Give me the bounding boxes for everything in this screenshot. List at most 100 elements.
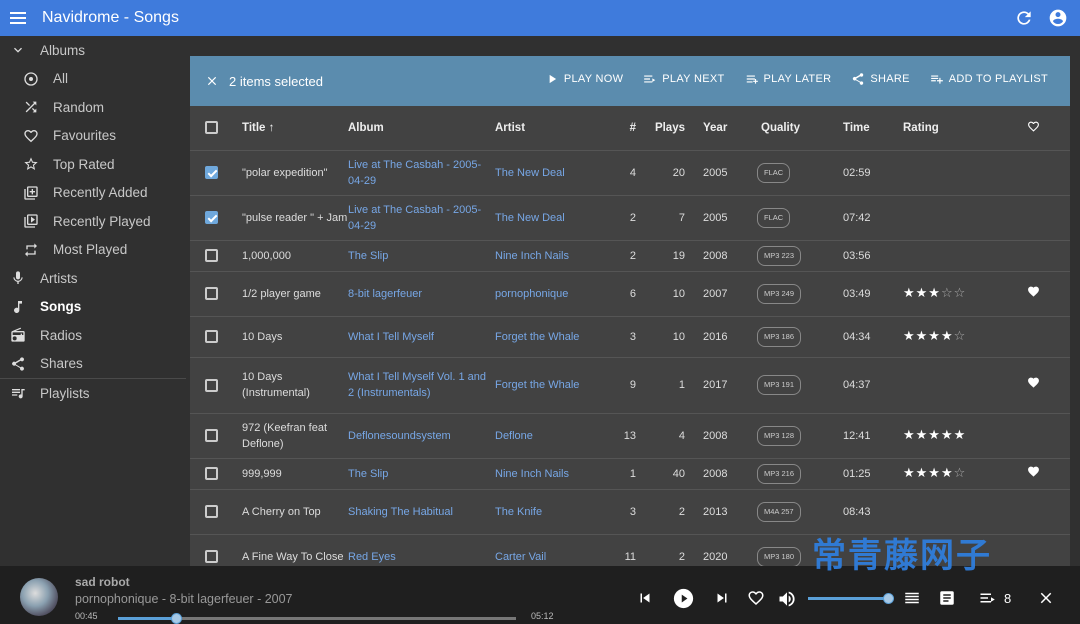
artist-link[interactable]: Forget the Whale: [495, 316, 601, 358]
row-checkbox[interactable]: [205, 211, 218, 225]
artist-link[interactable]: Nine Inch Nails: [495, 458, 601, 490]
sidebar-item-all[interactable]: All: [0, 65, 186, 94]
sidebar-item-songs[interactable]: Songs: [0, 293, 186, 322]
sidebar-item-recently-played[interactable]: Recently Played: [0, 207, 186, 236]
row-checkbox[interactable]: [205, 467, 218, 481]
row-checkbox[interactable]: [205, 378, 218, 392]
artist-link[interactable]: Carter Vail: [495, 534, 601, 566]
heart-icon[interactable]: [1027, 286, 1040, 301]
table-row[interactable]: 1,000,000 The Slip Nine Inch Nails 2 19 2008 M…: [190, 240, 1070, 272]
sidebar-item-recently-added[interactable]: Recently Added: [0, 179, 186, 208]
album-link[interactable]: Live at The Casbah - 2005-04-29: [348, 150, 495, 196]
row-checkbox[interactable]: [205, 249, 218, 263]
artist-link[interactable]: Deflone: [495, 413, 601, 459]
artist-link[interactable]: The Knife: [495, 489, 601, 535]
row-checkbox[interactable]: [205, 429, 218, 443]
queue-list-button[interactable]: [903, 589, 921, 612]
sidebar-item-top-rated[interactable]: Top Rated: [0, 150, 186, 179]
column-header-quality[interactable]: Quality: [747, 106, 830, 151]
play-button[interactable]: [673, 588, 694, 614]
album-link[interactable]: The Slip: [348, 458, 495, 490]
progress-bar[interactable]: [118, 613, 516, 624]
album-cover[interactable]: [20, 578, 58, 616]
album-link[interactable]: The Slip: [348, 240, 495, 272]
progress-handle[interactable]: [170, 613, 182, 624]
song-title: 10 Days (Instrumental): [242, 357, 348, 414]
artist-link[interactable]: The New Deal: [495, 195, 601, 241]
refresh-icon[interactable]: [1014, 8, 1034, 28]
quality-badge: MP3 186: [757, 326, 802, 347]
column-header-rating[interactable]: Rating: [890, 106, 1000, 151]
rating-stars[interactable]: ★★★★☆: [903, 465, 966, 480]
favourite-button[interactable]: [747, 589, 765, 612]
table-row[interactable]: "polar expedition" Live at The Casbah - 2…: [190, 150, 1070, 196]
column-header-favourite[interactable]: [1000, 106, 1070, 151]
play-later-button[interactable]: PLAY LATER: [745, 72, 832, 86]
album-link[interactable]: What I Tell Myself Vol. 1 and 2 (Instrum…: [348, 357, 495, 414]
artist-link[interactable]: The New Deal: [495, 150, 601, 196]
progress-fill: [118, 617, 176, 620]
next-button[interactable]: [713, 589, 731, 612]
sidebar-item-favourites[interactable]: Favourites: [0, 122, 186, 151]
sidebar-item-shares[interactable]: Shares: [0, 350, 186, 379]
account-icon[interactable]: [1048, 8, 1068, 28]
artist-link[interactable]: Nine Inch Nails: [495, 240, 601, 272]
album-link[interactable]: What I Tell Myself: [348, 316, 495, 358]
menu-icon[interactable]: [10, 8, 30, 28]
sidebar-item-albums[interactable]: Albums: [0, 36, 186, 65]
row-checkbox[interactable]: [205, 505, 218, 519]
column-header-year[interactable]: Year: [685, 106, 747, 151]
table-row[interactable]: 1/2 player game 8-bit lagerfeuer pornophon…: [190, 271, 1070, 317]
heart-icon[interactable]: [1027, 466, 1040, 481]
play-now-button[interactable]: PLAY NOW: [545, 72, 623, 86]
row-checkbox[interactable]: [205, 330, 218, 344]
close-icon[interactable]: [205, 74, 219, 88]
sidebar-item-radios[interactable]: Radios: [0, 321, 186, 350]
table-row[interactable]: 10 Days What I Tell Myself Forget the Whal…: [190, 316, 1070, 358]
column-header-album[interactable]: Album: [348, 106, 495, 151]
play-count: 10: [636, 271, 685, 317]
album-link[interactable]: Live at The Casbah - 2005-04-29: [348, 195, 495, 241]
rating-stars[interactable]: ★★★★★: [903, 427, 966, 442]
add-to-playlist-button[interactable]: ADD TO PLAYLIST: [930, 72, 1048, 86]
play-queue-button[interactable]: [978, 589, 998, 612]
album-link[interactable]: Deflonesoundsystem: [348, 413, 495, 459]
table-row[interactable]: "pulse reader " + Jam Live at The Casbah …: [190, 195, 1070, 241]
album-link[interactable]: Red Eyes: [348, 534, 495, 566]
play-next-button[interactable]: PLAY NEXT: [643, 72, 724, 86]
column-header-title[interactable]: Title ↑: [242, 106, 348, 151]
sidebar-item-label: Playlists: [40, 385, 90, 401]
close-icon: [1040, 592, 1052, 604]
select-all-checkbox[interactable]: [205, 121, 218, 135]
artist-link[interactable]: pornophonique: [495, 271, 601, 317]
sidebar-item-artists[interactable]: Artists: [0, 264, 186, 293]
row-checkbox[interactable]: [205, 166, 218, 180]
sidebar-item-most-played[interactable]: Most Played: [0, 236, 186, 265]
rating-stars[interactable]: ★★★☆☆: [903, 285, 966, 300]
table-row[interactable]: 972 (Keefran feat Deflone) Deflonesoundsy…: [190, 413, 1070, 459]
microphone-icon: [13, 271, 23, 285]
column-header-plays[interactable]: Plays: [636, 106, 685, 151]
column-header-time[interactable]: Time: [830, 106, 890, 151]
heart-icon[interactable]: [1027, 377, 1040, 392]
column-header-track[interactable]: #: [601, 106, 636, 151]
album-link[interactable]: 8-bit lagerfeuer: [348, 271, 495, 317]
column-header-artist[interactable]: Artist: [495, 106, 601, 151]
share-button[interactable]: SHARE: [851, 72, 909, 86]
duration: 03:56: [830, 240, 890, 272]
sidebar-item-playlists[interactable]: Playlists: [0, 379, 186, 408]
rating-stars[interactable]: ★★★★☆: [903, 328, 966, 343]
volume-button[interactable]: [777, 589, 797, 614]
lyrics-button[interactable]: [938, 589, 956, 612]
close-player-button[interactable]: [1037, 589, 1055, 612]
previous-button[interactable]: [636, 589, 654, 612]
table-row[interactable]: 10 Days (Instrumental) What I Tell Myself…: [190, 357, 1070, 414]
volume-handle[interactable]: [883, 593, 894, 604]
row-checkbox[interactable]: [205, 287, 218, 301]
volume-slider[interactable]: [808, 593, 894, 604]
sidebar-item-random[interactable]: Random: [0, 93, 186, 122]
album-link[interactable]: Shaking The Habitual: [348, 489, 495, 535]
artist-link[interactable]: Forget the Whale: [495, 357, 601, 414]
table-row[interactable]: 999,999 The Slip Nine Inch Nails 1 40 2008 MP3…: [190, 458, 1070, 490]
row-checkbox[interactable]: [205, 550, 218, 564]
